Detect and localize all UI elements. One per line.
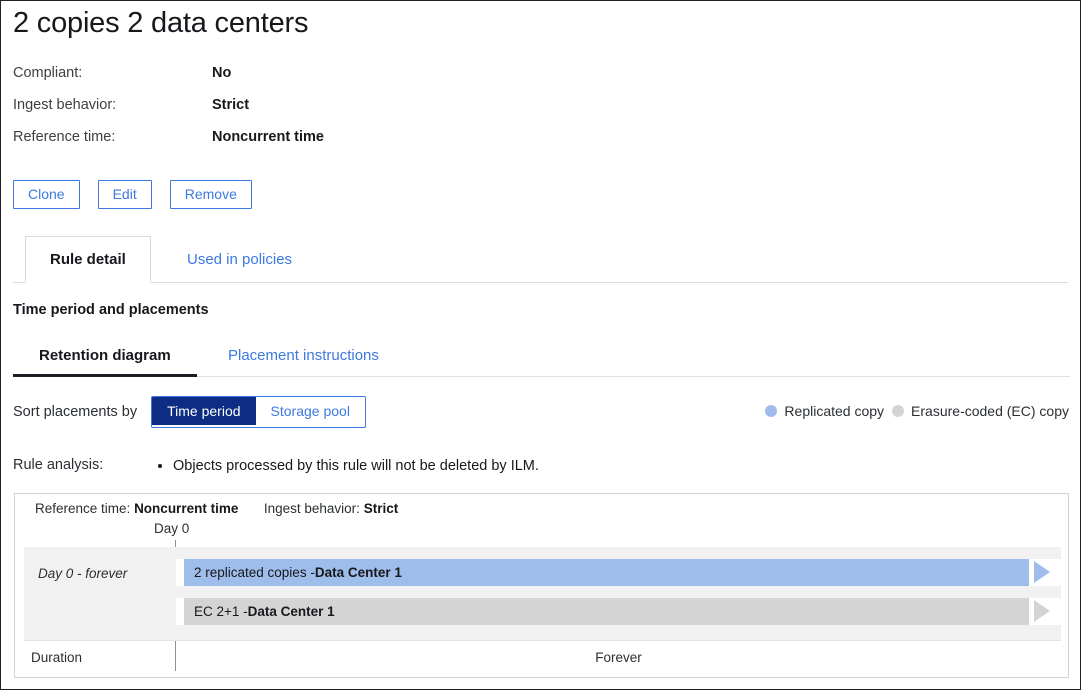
duration-row: Duration Forever [24,641,1061,677]
legend-item-erasure-coded: Erasure-coded (EC) copy [892,403,1069,419]
time-period-label: Day 0 - forever [38,566,127,581]
section-heading: Time period and placements [13,302,209,318]
diagram-reference-time-label: Reference time: [35,501,130,516]
duration-label: Duration [31,650,82,665]
rule-analysis: Rule analysis: Objects processed by this… [13,457,539,476]
rule-analysis-label: Rule analysis: [13,457,153,473]
clone-button[interactable]: Clone [13,180,80,209]
diagram-reference-time-value: Noncurrent time [134,501,238,516]
legend-label-erasure-coded: Erasure-coded (EC) copy [911,403,1069,419]
placement-track-replicated: 2 replicated copies - Data Center 1 [176,559,1061,586]
tab-placement-instructions[interactable]: Placement instructions [214,342,393,377]
compliant-label: Compliant: [13,65,212,81]
page-title: 2 copies 2 data centers [13,7,308,40]
rule-analysis-item: Objects processed by this rule will not … [173,457,539,476]
ilm-rule-detail-page: 2 copies 2 data centers Compliant: No In… [0,0,1081,690]
tab-rule-detail[interactable]: Rule detail [25,236,151,283]
sort-segmented-control: Time period Storage pool [151,396,366,428]
placement-bar-ec-prefix: EC 2+1 - [194,604,248,619]
primary-tab-bar: Rule detail Used in policies [1,235,1080,283]
sort-placements-label: Sort placements by [13,404,137,420]
sort-placements-control: Sort placements by Time period Storage p… [13,396,366,428]
reference-time-label: Reference time: [13,129,212,145]
summary-row-reference-time: Reference time: Noncurrent time [13,129,573,161]
placement-arrow-replicated-icon [1034,561,1050,583]
copy-type-legend: Replicated copy Erasure-coded (EC) copy [765,403,1069,419]
rule-summary: Compliant: No Ingest behavior: Strict Re… [13,65,573,161]
reference-time-value: Noncurrent time [212,129,324,145]
edit-button[interactable]: Edit [98,180,152,209]
placement-tracks: 2 replicated copies - Data Center 1 EC 2… [176,547,1061,640]
placement-bar-replicated-prefix: 2 replicated copies - [194,565,315,580]
placement-arrow-erasure-coded-icon [1034,600,1050,622]
day-zero-marker-label: Day 0 [154,521,189,536]
diagram-ingest-behavior-value: Strict [364,501,399,516]
diagram-header: Reference time: Noncurrent time Ingest b… [35,501,398,516]
legend-item-replicated: Replicated copy [765,403,884,419]
remove-button[interactable]: Remove [170,180,252,209]
summary-row-compliant: Compliant: No [13,65,573,97]
placement-bar-ec-pool: Data Center 1 [248,604,335,619]
sub-tab-bar: Retention diagram Placement instructions [13,341,1070,377]
diagram-ingest-behavior-label: Ingest behavior: [264,501,360,516]
replicated-copy-dot-icon [765,405,777,417]
ingest-behavior-label: Ingest behavior: [13,97,212,113]
action-button-row: Clone Edit Remove [13,180,252,209]
rule-analysis-list: Objects processed by this rule will not … [153,457,539,476]
placement-bar-replicated-pool: Data Center 1 [315,565,402,580]
tab-used-in-policies[interactable]: Used in policies [170,236,309,283]
diagram-rows-area: Day 0 - forever 2 replicated copies - Da… [24,547,1061,640]
erasure-coded-copy-dot-icon [892,405,904,417]
summary-row-ingest-behavior: Ingest behavior: Strict [13,97,573,129]
sort-option-time-period[interactable]: Time period [152,397,255,425]
legend-label-replicated: Replicated copy [784,403,884,419]
placement-track-erasure-coded: EC 2+1 - Data Center 1 [176,598,1061,625]
ingest-behavior-value: Strict [212,97,249,113]
tab-retention-diagram[interactable]: Retention diagram [13,342,197,377]
compliant-value: No [212,65,231,81]
placement-bar-erasure-coded[interactable]: EC 2+1 - Data Center 1 [184,598,1029,625]
sort-option-storage-pool[interactable]: Storage pool [256,397,365,425]
duration-value: Forever [176,650,1061,665]
placement-bar-replicated[interactable]: 2 replicated copies - Data Center 1 [184,559,1029,586]
retention-diagram: Reference time: Noncurrent time Ingest b… [14,493,1069,678]
time-period-label-cell: Day 0 - forever [24,547,176,640]
